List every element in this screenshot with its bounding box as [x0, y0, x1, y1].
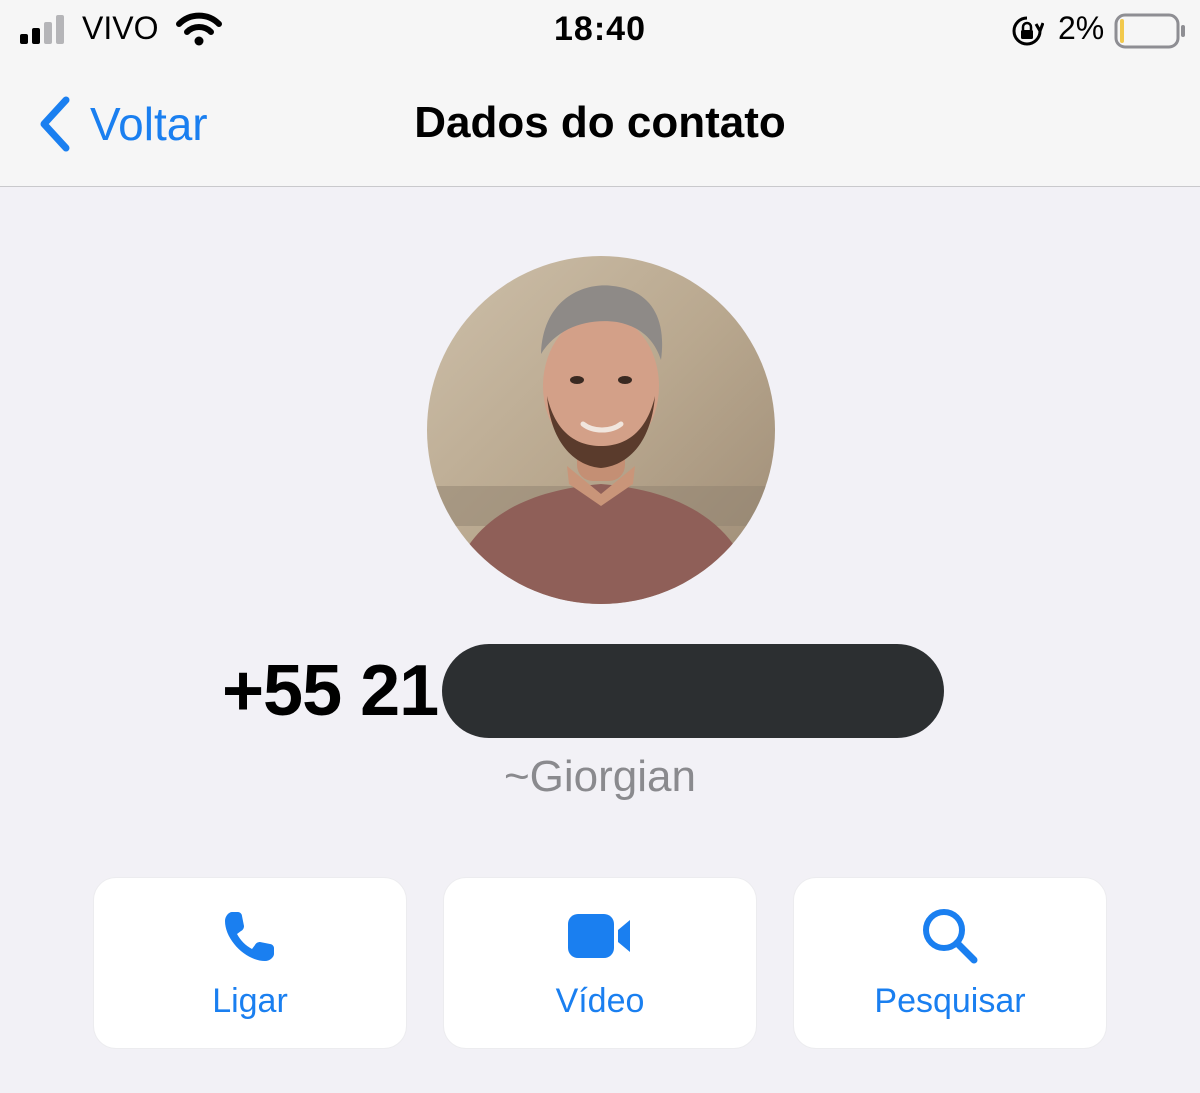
search-label: Pesquisar	[874, 982, 1026, 1020]
status-bar: VIVO 18:40 2%	[0, 0, 1200, 62]
phone-number: +55 21	[222, 644, 945, 738]
page-title: Dados do contato	[414, 98, 786, 147]
avatar[interactable]	[427, 256, 775, 604]
video-button[interactable]: Vídeo	[444, 878, 756, 1048]
search-icon	[923, 909, 978, 964]
navigation-bar: Voltar Dados do contato	[0, 62, 1200, 187]
battery-percent: 2%	[1058, 10, 1105, 46]
call-label: Ligar	[212, 982, 288, 1020]
profile-photo	[427, 256, 775, 604]
video-label: Vídeo	[555, 982, 645, 1020]
redaction-bar	[442, 644, 945, 738]
video-camera-icon	[568, 914, 630, 958]
rotation-lock-icon	[1012, 16, 1044, 46]
phone-number-text: +55 21	[222, 651, 439, 731]
call-button[interactable]: Ligar	[94, 878, 406, 1048]
battery-icon	[1114, 13, 1185, 49]
contact-push-name: ~Giorgian	[503, 752, 696, 801]
search-button[interactable]: Pesquisar	[794, 878, 1106, 1048]
phone-icon	[225, 912, 274, 961]
